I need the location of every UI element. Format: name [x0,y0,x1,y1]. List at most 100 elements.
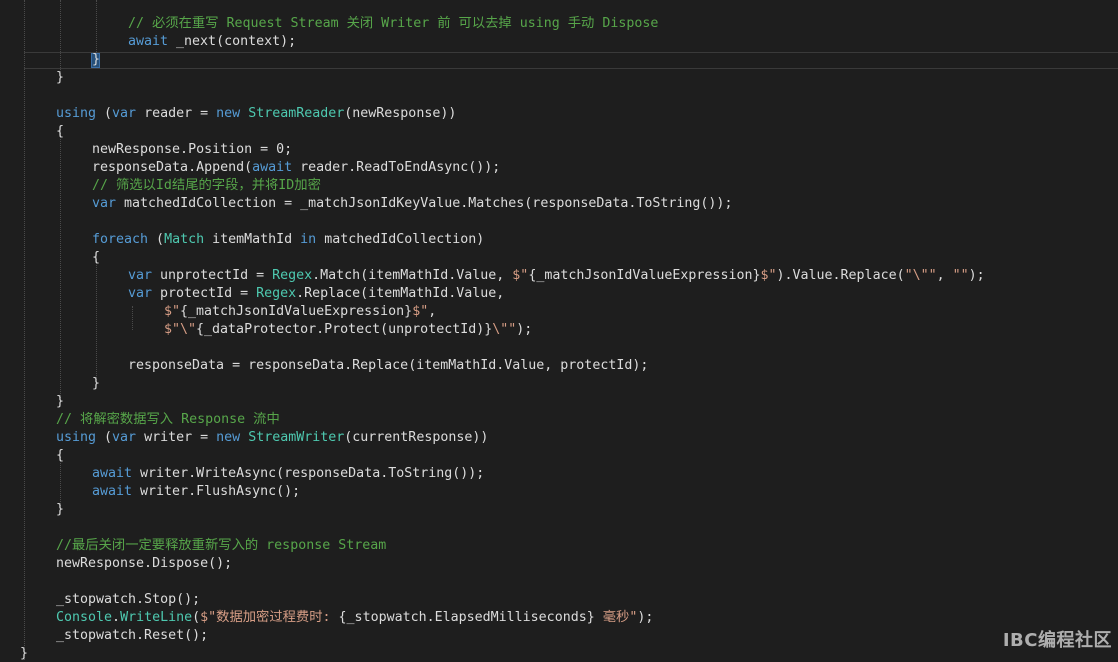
code-token: unprotectId = [152,268,273,283]
code-line: var matchedIdCollection = _matchJsonIdKe… [92,195,732,213]
code-token: var [128,286,153,301]
code-token: } [56,394,65,409]
code-line: } [92,51,100,69]
code-token: StreamWriter [248,430,345,445]
code-token: WriteLine [120,610,193,625]
code-token: new [216,106,241,121]
code-token: $" [412,304,429,319]
code-line: var protectId = Regex.Replace(itemMathId… [128,285,504,303]
code-token: (newResponse)) [344,106,457,121]
code-line: } [92,375,100,393]
code-token: , [936,268,953,283]
code-token: { [92,250,101,265]
code-token: // 将解密数据写入 Response 流中 [56,412,280,427]
code-token: } [92,52,101,67]
code-line: await _next(context); [128,33,296,51]
code-line: //最后关闭一定要释放重新写入的 response Stream [56,537,386,555]
code-token: foreach [92,232,149,247]
code-line: } [20,645,28,662]
watermark-logo: IBC编程社区 [1002,630,1112,651]
code-token: {_matchJsonIdValueExpression} [528,268,761,283]
code-line: $"\"{_dataProtector.Protect(unprotectId)… [164,321,532,339]
code-line: foreach (Match itemMathId in matchedIdCo… [92,231,484,249]
code-token: $"\" [164,322,197,337]
code-token: _stopwatch.Stop(); [56,592,201,607]
code-line: using (var reader = new StreamReader(new… [56,105,456,123]
code-token: \"" [492,322,517,337]
code-token: newResponse.Dispose(); [56,556,233,571]
code-token: matchedIdCollection = _matchJsonIdKeyVal… [116,196,733,211]
code-token: .Replace(itemMathId.Value, [296,286,505,301]
code-token: "\"" [904,268,937,283]
code-token: {_stopwatch.ElapsedMilliseconds} [338,610,595,625]
code-token: _next(context); [168,34,297,49]
code-line: newResponse.Position = 0; [92,141,292,159]
code-token: _stopwatch.Reset(); [56,628,209,643]
code-token: $" [164,304,181,319]
code-token: StreamReader [248,106,345,121]
code-token: using [56,106,97,121]
indent-guide [60,130,61,400]
code-token: ( [96,430,113,445]
code-token: , [428,304,437,319]
code-token: } [56,502,65,517]
code-token: { [56,124,65,139]
code-line: using (var writer = new StreamWriter(cur… [56,429,488,447]
code-line: { [56,447,64,465]
code-line: newResponse.Dispose(); [56,555,232,573]
code-token: {_dataProtector.Protect(unprotectId)} [196,322,493,337]
code-line: responseData = responseData.Replace(item… [128,357,648,375]
code-token: ( [192,610,201,625]
code-token: // 必须在重写 Request Stream 关闭 Writer 前 可以去掉… [128,16,659,31]
indent-guide [132,306,133,330]
code-line: } [56,393,64,411]
code-token: "" [952,268,969,283]
code-token: ( [96,106,113,121]
code-token: $"数据加密过程费时: [200,610,339,625]
code-token: //最后关闭一定要释放重新写入的 response Stream [56,538,387,553]
code-token: . [112,610,121,625]
code-token: using [56,430,97,445]
code-token: (currentResponse)) [344,430,489,445]
code-token: reader.ReadToEndAsync()); [292,160,501,175]
indent-guide [96,0,97,52]
code-token: { [56,448,65,463]
code-token: .Match(itemMathId.Value, [312,268,513,283]
code-line: } [56,501,64,519]
code-token: var [112,430,137,445]
code-token: await [252,160,293,175]
code-line: $"{_matchJsonIdValueExpression}$", [164,303,436,321]
indent-guide [60,0,61,72]
code-line: // 筛选以Id结尾的字段，并将ID加密 [92,177,321,195]
code-editor[interactable]: // 必须在重写 Request Stream 关闭 Writer 前 可以去掉… [0,0,1118,662]
code-line: responseData.Append(await reader.ReadToE… [92,159,500,177]
code-token: ( [148,232,165,247]
code-token: {_matchJsonIdValueExpression} [180,304,413,319]
indent-guide [96,256,97,382]
code-line: // 必须在重写 Request Stream 关闭 Writer 前 可以去掉… [128,15,658,33]
code-token: $" [512,268,529,283]
code-token: Regex [272,268,313,283]
code-line: { [56,123,64,141]
indent-guide [24,0,25,660]
code-token: Match [164,232,205,247]
code-token: 毫秒" [594,610,638,625]
code-token: Console [56,610,113,625]
code-token: ); [516,322,533,337]
code-token: reader = [136,106,217,121]
code-token: } [92,376,101,391]
code-token: var [128,268,153,283]
code-token: writer = [136,430,217,445]
code-token: } [56,70,65,85]
code-token: responseData.Append( [92,160,253,175]
code-line: _stopwatch.Stop(); [56,591,200,609]
code-token: await [92,484,133,499]
code-token: var [92,196,117,211]
code-line: await writer.FlushAsync(); [92,483,300,501]
code-token: responseData = responseData.Replace(item… [128,358,649,373]
code-line: await writer.WriteAsync(responseData.ToS… [92,465,484,483]
code-token: // 筛选以Id结尾的字段，并将ID加密 [92,178,321,193]
code-token: } [20,646,29,661]
